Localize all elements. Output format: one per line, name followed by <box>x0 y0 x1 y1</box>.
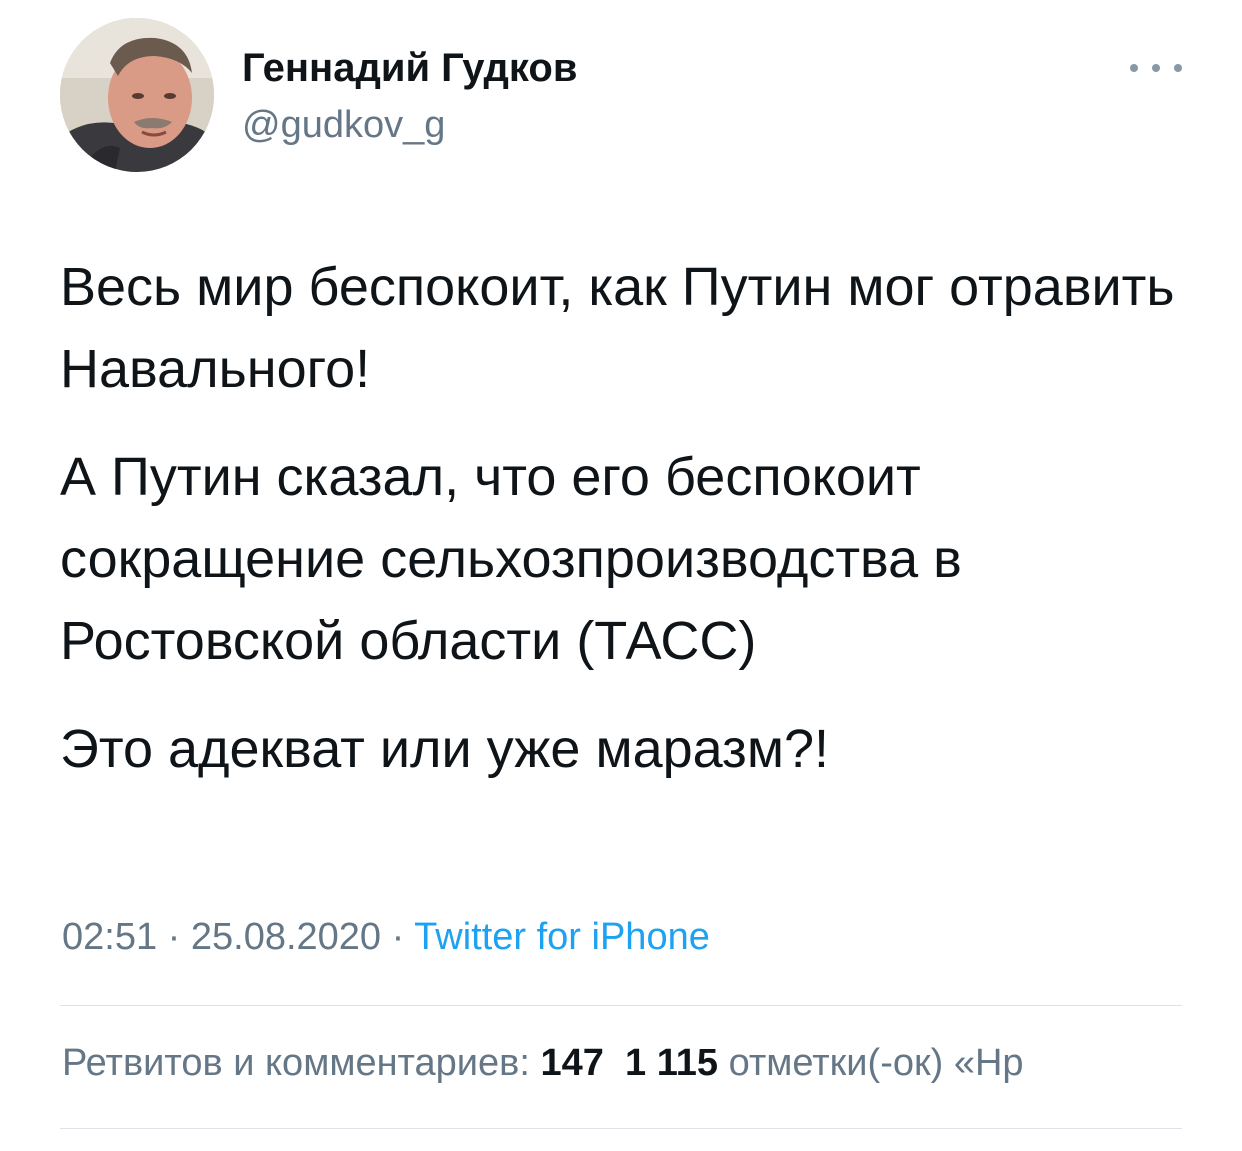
meta-separator: · <box>391 916 405 958</box>
tweet-paragraph: Весь мир беспокоит, как Путин мог отрави… <box>60 257 1175 399</box>
likes-label[interactable]: отметки(-ок) «Нр <box>729 1042 1024 1084</box>
more-dot <box>1174 64 1182 72</box>
tweet-stats: Ретвитов и комментариев: 147 1 115 отмет… <box>62 1042 1024 1085</box>
more-dot <box>1130 64 1138 72</box>
avatar-image <box>60 18 214 172</box>
tweet-paragraph: А Путин сказал, что его беспокоит сокращ… <box>60 447 962 671</box>
meta-separator: · <box>167 916 181 958</box>
tweet-text: Весь мир беспокоит, как Путин мог отрави… <box>60 246 1190 816</box>
more-icon[interactable] <box>1130 56 1182 80</box>
tweet-paragraph: Это адекват или уже маразм?! <box>60 719 829 779</box>
divider <box>60 1128 1182 1129</box>
retweets-label[interactable]: Ретвитов и комментариев: <box>62 1042 530 1084</box>
tweet-meta: 02:51 · 25.08.2020 · Twitter for iPhone <box>62 916 710 959</box>
tweet-source-link[interactable]: Twitter for iPhone <box>414 916 710 958</box>
tweet-time: 02:51 <box>62 916 158 958</box>
likes-count[interactable]: 1 115 <box>625 1042 718 1084</box>
tweet-header: Геннадий Гудков @gudkov_g <box>60 18 1182 178</box>
tweet-date: 25.08.2020 <box>190 916 382 958</box>
author-name[interactable]: Геннадий Гудков <box>242 46 577 91</box>
more-dot <box>1152 64 1160 72</box>
author-handle[interactable]: @gudkov_g <box>242 104 445 147</box>
retweets-count[interactable]: 147 <box>540 1042 603 1084</box>
avatar[interactable] <box>60 18 214 172</box>
divider <box>60 1005 1182 1006</box>
